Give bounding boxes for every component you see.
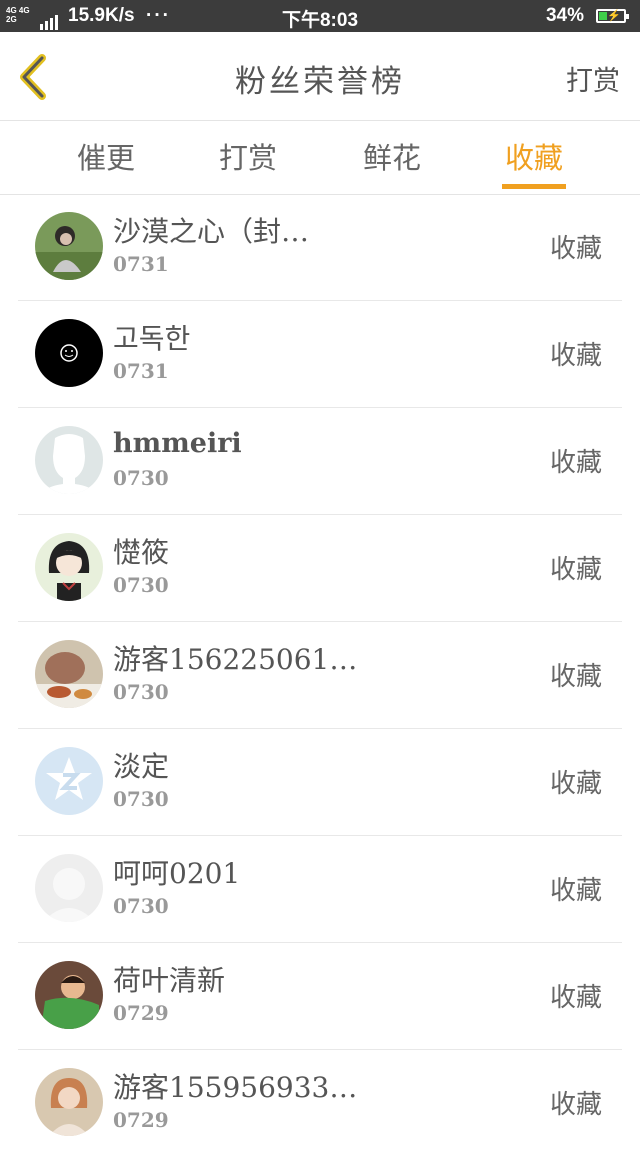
status-bar: 4G 4G 2G 15.9K/s ··· 下午8:03 34% ⚡: [0, 0, 640, 32]
avatar: [35, 426, 103, 494]
action-label: 收藏: [549, 234, 602, 264]
user-name: 呵呵0201: [113, 857, 241, 890]
date: 0729: [113, 1001, 169, 1025]
reward-button[interactable]: 打赏: [566, 59, 620, 98]
charging-icon: ⚡: [607, 10, 621, 22]
list-item[interactable]: 游客155956933… 0729 收藏: [18, 1050, 622, 1156]
tab-label: 鲜花: [362, 141, 421, 175]
clock: 下午8:03: [281, 10, 359, 31]
user-name: 沙漠之心（封…: [113, 215, 310, 248]
avatar: [35, 961, 103, 1029]
list-item[interactable]: 沙漠之心（封… 0731 收藏: [18, 194, 622, 301]
list-item[interactable]: 呵呵0201 0730 收藏: [18, 836, 622, 943]
tab-reward[interactable]: 打赏: [198, 135, 298, 189]
nav-header: 粉丝荣誉榜 打赏: [0, 32, 640, 121]
date: 0730: [113, 787, 169, 811]
date: 0730: [113, 573, 169, 597]
action-label: 收藏: [549, 662, 602, 692]
user-name: 荷叶清新: [113, 964, 226, 997]
avatar: [35, 319, 103, 387]
date: 0730: [113, 894, 169, 918]
list-item[interactable]: 荷叶清新 0729 收藏: [18, 943, 622, 1050]
tab-label: 收藏: [504, 141, 563, 175]
date: 0730: [113, 466, 169, 490]
user-name: 游客155956933…: [113, 1071, 358, 1104]
list-item[interactable]: 憷筱 0730 收藏: [18, 515, 622, 622]
date: 0730: [113, 680, 169, 704]
date: 0731: [113, 252, 169, 276]
tab-label: 打赏: [218, 141, 277, 175]
action-label: 收藏: [549, 341, 602, 371]
action-label: 收藏: [549, 769, 602, 799]
page-title: 粉丝荣誉榜: [235, 64, 405, 100]
tab-favorites[interactable]: 收藏: [484, 135, 584, 189]
action-label: 收藏: [549, 448, 602, 478]
avatar: [35, 747, 103, 815]
action-label: 收藏: [549, 555, 602, 585]
list-item[interactable]: 游客156225061… 0730 收藏: [18, 622, 622, 729]
avatar: [35, 212, 103, 280]
user-name: hmmeiri: [113, 428, 242, 459]
battery-level: [599, 12, 607, 20]
user-name: 고독한: [113, 322, 191, 355]
list-item[interactable]: 고독한 0731 收藏: [18, 301, 622, 408]
action-label: 收藏: [549, 876, 602, 906]
user-name: 游客156225061…: [113, 643, 358, 676]
list-item[interactable]: hmmeiri 0730 收藏: [18, 408, 622, 515]
fan-list: 沙漠之心（封… 0731 收藏 고독한 0731 收藏 hmmeiri 0730…: [18, 194, 622, 1156]
action-label: 收藏: [549, 1090, 602, 1120]
date: 0731: [113, 359, 169, 383]
tab-label: 催更: [76, 141, 135, 175]
tab-bar: 催更 打赏 鲜花 收藏: [0, 121, 640, 195]
tab-urge-update[interactable]: 催更: [56, 135, 156, 189]
list-item[interactable]: 淡定 0730 收藏: [18, 729, 622, 836]
avatar: [35, 640, 103, 708]
tab-flowers[interactable]: 鲜花: [342, 135, 442, 189]
action-label: 收藏: [549, 983, 602, 1013]
avatar: [35, 854, 103, 922]
user-name: 淡定: [113, 750, 170, 783]
battery-percent: 34%: [545, 5, 584, 26]
active-tab-indicator: [502, 184, 566, 189]
avatar: [35, 1068, 103, 1136]
user-name: 憷筱: [113, 536, 170, 569]
date: 0729: [113, 1108, 169, 1132]
avatar: [35, 533, 103, 601]
battery-icon: ⚡: [596, 9, 629, 23]
